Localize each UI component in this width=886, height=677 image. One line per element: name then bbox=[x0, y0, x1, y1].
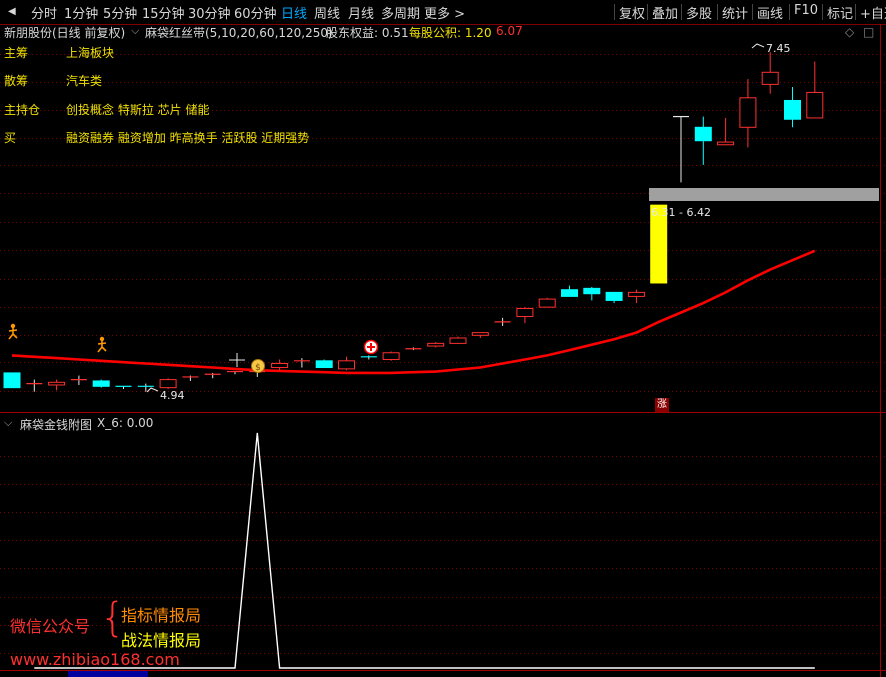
candle-20 bbox=[449, 336, 467, 344]
candle-15 bbox=[338, 356, 355, 371]
candle-body bbox=[92, 380, 110, 387]
candle-23 bbox=[516, 307, 534, 324]
candle-body bbox=[3, 372, 21, 389]
info-label-buy: 买 bbox=[4, 131, 17, 145]
info-value-holding: 创投概念 特斯拉 芯片 储能 bbox=[66, 103, 210, 117]
runner-icon-2 bbox=[97, 336, 107, 353]
candle-1 bbox=[26, 379, 43, 392]
candle-body bbox=[583, 287, 601, 295]
candle-body bbox=[382, 352, 400, 360]
candle-2 bbox=[48, 379, 66, 391]
candle-body bbox=[627, 291, 645, 297]
candle-body bbox=[605, 291, 623, 301]
candle-18 bbox=[405, 347, 422, 351]
candle-body bbox=[48, 381, 66, 386]
extra-value: 6.07 bbox=[496, 24, 523, 38]
candle-0 bbox=[3, 372, 21, 389]
sub-chart-value: X_6: 0.00 bbox=[97, 416, 154, 430]
candle-body bbox=[694, 126, 712, 142]
candle-30 bbox=[673, 115, 689, 183]
info-value-scatter: 汽车类 bbox=[66, 74, 103, 88]
candle-body bbox=[739, 97, 757, 128]
candle-27 bbox=[605, 291, 623, 304]
info-value-buy: 融资融券 融资增加 昨高换手 活跃股 近期强势 bbox=[66, 131, 310, 145]
sub-collapse-icon[interactable]: ⌵ bbox=[4, 416, 12, 430]
candle-17 bbox=[382, 351, 400, 361]
candle-body bbox=[516, 307, 534, 318]
candle-34 bbox=[761, 52, 779, 94]
candle-body bbox=[449, 337, 467, 344]
close-panel-icon[interactable]: □ bbox=[863, 25, 874, 39]
watermark-url: www.zhibiao168.com bbox=[10, 650, 180, 669]
watermark-line1: 指标情报局 bbox=[121, 606, 202, 625]
candle-24 bbox=[538, 297, 556, 308]
high-leader-line bbox=[751, 43, 765, 49]
buy-plus-icon bbox=[363, 339, 379, 355]
candle-body bbox=[315, 360, 333, 369]
candle-body bbox=[561, 289, 578, 297]
candle-4 bbox=[92, 379, 110, 388]
candle-8 bbox=[182, 375, 199, 381]
low-price-label: 4.94 bbox=[160, 389, 185, 402]
runner-head bbox=[10, 323, 16, 329]
candle-body bbox=[538, 298, 556, 308]
candle-22 bbox=[494, 317, 511, 326]
candle-body bbox=[427, 342, 445, 347]
candle-body bbox=[338, 360, 355, 370]
candle-31 bbox=[694, 116, 712, 165]
candle-32 bbox=[717, 117, 735, 146]
candle-body bbox=[784, 99, 801, 120]
candle-body bbox=[159, 379, 177, 389]
range-price-label: 6.31 - 6.42 bbox=[651, 206, 711, 219]
candle-5 bbox=[115, 385, 132, 389]
candle-body bbox=[717, 141, 735, 146]
red-ribbon-line bbox=[11, 249, 816, 375]
candle-19 bbox=[427, 342, 445, 348]
cross-marker bbox=[229, 353, 245, 367]
money-bag-glyph: $ bbox=[255, 363, 261, 373]
candle-9 bbox=[204, 372, 221, 379]
watermark-wechat: 微信公众号 bbox=[10, 617, 91, 636]
candle-body bbox=[271, 363, 289, 369]
sub-chart-title: 麻袋金钱附图 bbox=[20, 418, 93, 432]
limit-price-band bbox=[649, 188, 879, 201]
stock-title: 新朋股份(日线 前复权) bbox=[4, 26, 126, 40]
candle-33 bbox=[739, 78, 757, 148]
candle-3 bbox=[70, 375, 87, 385]
info-value-main: 上海板块 bbox=[66, 46, 115, 60]
candle-16 bbox=[360, 355, 377, 360]
candle-21 bbox=[471, 332, 489, 339]
ribbon-polyline bbox=[11, 249, 816, 375]
runner-icon-1 bbox=[8, 323, 18, 340]
limit-up-badge: 涨 bbox=[655, 398, 669, 412]
runner-head bbox=[99, 336, 105, 342]
candle-28 bbox=[627, 289, 645, 304]
equity-label: 股东权益: 0.51 bbox=[326, 26, 409, 40]
info-label-main: 主筹 bbox=[4, 46, 29, 60]
candle-14 bbox=[315, 359, 333, 369]
indicator-collapse-icon[interactable]: ⌵ bbox=[131, 24, 139, 38]
date-cursor-box bbox=[68, 671, 148, 677]
fund-label: 每股公积: 1.20 bbox=[409, 26, 492, 40]
diamond-icon[interactable]: ◇ bbox=[845, 25, 854, 39]
candle-body bbox=[761, 71, 779, 85]
info-label-scatter: 散筹 bbox=[4, 74, 29, 88]
candle-26 bbox=[583, 287, 601, 301]
runner-body bbox=[8, 328, 18, 340]
candle-body bbox=[471, 332, 489, 336]
info-label-holding: 主持仓 bbox=[4, 103, 41, 117]
candle-10 bbox=[227, 370, 243, 375]
money-bag-icon: $ bbox=[251, 359, 265, 373]
candle-body bbox=[806, 91, 824, 119]
candle-25 bbox=[561, 285, 578, 297]
watermark-line2: 战法情报局 bbox=[121, 631, 202, 650]
candle-12 bbox=[271, 359, 289, 371]
high-price-label: 7.45 bbox=[766, 42, 791, 55]
candle-35 bbox=[784, 87, 801, 128]
candle-36 bbox=[806, 61, 824, 119]
candle-7 bbox=[159, 378, 177, 389]
runner-body bbox=[97, 341, 107, 353]
indicator-name: 麻袋红丝带(5,10,20,60,120,250) bbox=[145, 26, 333, 40]
